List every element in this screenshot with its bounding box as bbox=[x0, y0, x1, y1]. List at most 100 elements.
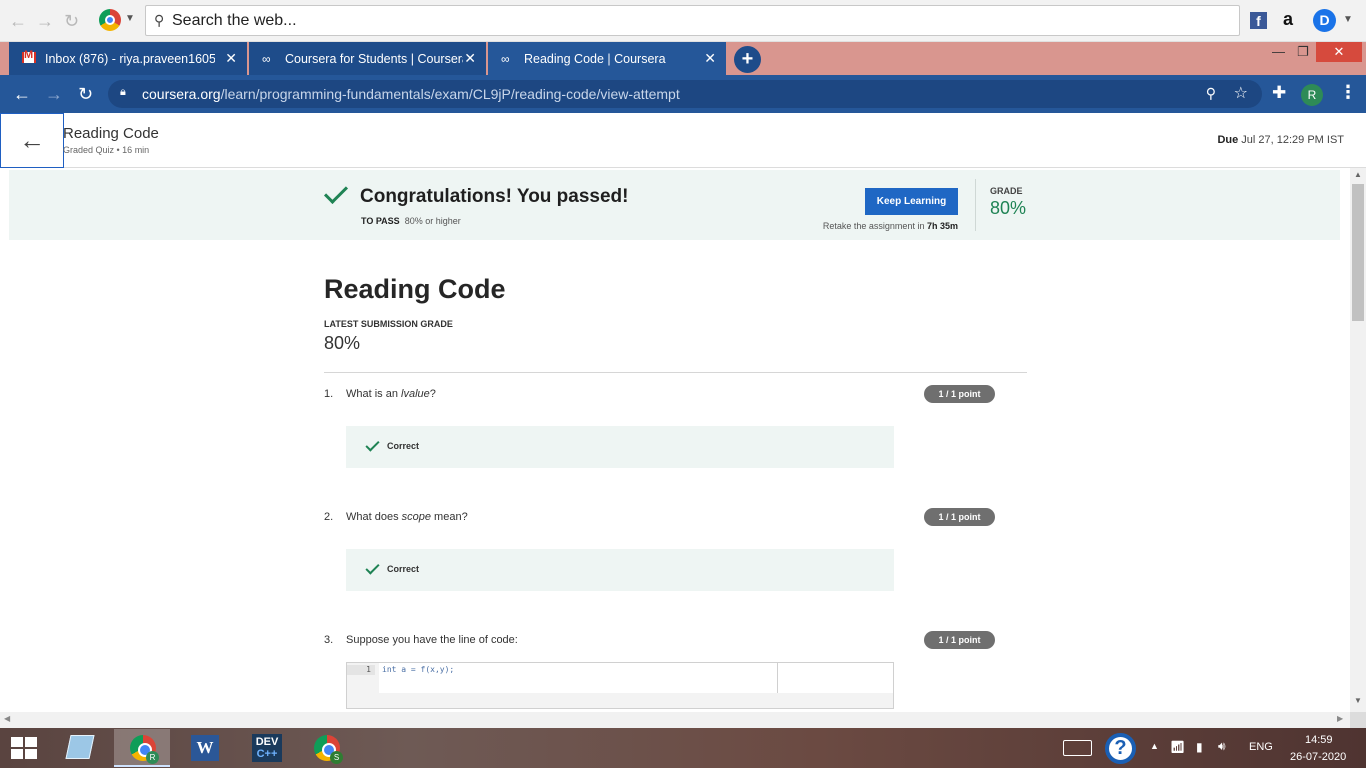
toolbar-forward-icon[interactable]: → bbox=[36, 11, 54, 32]
quiz-title: Reading Code bbox=[324, 274, 506, 304]
back-arrow-button[interactable]: ← bbox=[0, 113, 64, 168]
tab-coursera-students[interactable]: ∞ Coursera for Students | Coursera ✕ bbox=[249, 42, 486, 75]
devcpp-icon: DEV C++ bbox=[252, 734, 282, 762]
scrollbar-thumb[interactable] bbox=[1352, 184, 1364, 321]
lock-icon[interactable]: 🔒︎ bbox=[120, 86, 126, 99]
points-badge: 1 / 1 point bbox=[924, 508, 995, 526]
tab-title: Coursera for Students | Coursera bbox=[285, 52, 463, 66]
divider bbox=[324, 372, 1027, 373]
back-icon[interactable]: ← bbox=[13, 84, 31, 105]
show-hidden-icons-icon[interactable]: ▲ bbox=[1150, 741, 1159, 751]
extension-d-icon[interactable]: D bbox=[1313, 9, 1336, 32]
main-content: Congratulations! You passed! TO PASS 80%… bbox=[0, 168, 1350, 712]
restore-icon[interactable]: ❐ bbox=[1297, 44, 1309, 60]
scroll-up-icon[interactable]: ▲ bbox=[1354, 170, 1362, 179]
taskbar-chrome-r[interactable]: R bbox=[114, 729, 170, 767]
tab-reading-code[interactable]: ∞ Reading Code | Coursera ✕ bbox=[488, 42, 726, 75]
help-icon[interactable]: ? bbox=[1105, 733, 1136, 764]
forward-icon[interactable]: → bbox=[45, 84, 63, 105]
checkmark-icon bbox=[365, 437, 380, 452]
code-output-pane bbox=[778, 663, 893, 693]
tab-title: Reading Code | Coursera bbox=[524, 52, 666, 66]
close-icon[interactable]: ✕ bbox=[225, 50, 237, 67]
keep-learning-button[interactable]: Keep Learning bbox=[865, 188, 958, 215]
scroll-down-icon[interactable]: ▼ bbox=[1354, 696, 1362, 705]
url-bar[interactable]: 🔒︎ coursera.org/learn/programming-fundam… bbox=[108, 80, 1262, 108]
zoom-icon[interactable]: ⚲ bbox=[1206, 85, 1216, 102]
tab-gmail-inbox[interactable]: Inbox (876) - riya.praveen1605@ ✕ bbox=[9, 42, 247, 75]
chrome-icon: S bbox=[314, 735, 343, 764]
new-tab-button[interactable]: + bbox=[734, 46, 761, 73]
close-icon[interactable]: ✕ bbox=[464, 50, 476, 67]
header-subtitle: Graded Quiz • 16 min bbox=[63, 145, 150, 155]
facebook-icon[interactable]: f bbox=[1250, 12, 1267, 29]
clock-time[interactable]: 14:59 bbox=[1305, 734, 1333, 746]
coursera-icon: ∞ bbox=[501, 52, 510, 66]
bookmark-star-icon[interactable]: ☆ bbox=[1234, 83, 1248, 103]
code-snippet: 1 int a = f(x,y); bbox=[346, 662, 894, 709]
checkmark-icon bbox=[365, 560, 380, 575]
feedback-text: Correct bbox=[387, 441, 420, 451]
taskbar-file-explorer[interactable] bbox=[50, 729, 106, 767]
grade-value: 80% bbox=[990, 198, 1027, 218]
pass-banner: Congratulations! You passed! TO PASS 80%… bbox=[9, 170, 1340, 240]
taskbar-devcpp[interactable]: DEV C++ bbox=[237, 729, 293, 767]
scrollbar-corner bbox=[1350, 712, 1366, 728]
coursera-icon: ∞ bbox=[262, 52, 271, 66]
scroll-right-icon[interactable]: ▶ bbox=[1337, 714, 1343, 723]
grade-label: GRADE bbox=[990, 186, 1023, 196]
code-editor[interactable]: 1 int a = f(x,y); bbox=[347, 663, 778, 693]
pass-heading: Congratulations! You passed! bbox=[360, 186, 629, 207]
to-pass-info: TO PASS 80% or higher bbox=[361, 216, 461, 226]
amazon-icon[interactable]: a bbox=[1283, 9, 1293, 30]
minimize-icon[interactable]: — bbox=[1272, 44, 1285, 59]
touch-keyboard-icon[interactable] bbox=[1063, 740, 1092, 756]
reload-icon[interactable]: ↻ bbox=[78, 84, 93, 105]
clock-date[interactable]: 26-07-2020 bbox=[1290, 751, 1346, 763]
chrome-logo-icon[interactable] bbox=[99, 9, 121, 31]
web-search-box[interactable]: ⚲ bbox=[145, 5, 1240, 36]
question-text: What does scope mean? bbox=[346, 511, 468, 523]
volume-icon[interactable]: 🔊︎ bbox=[1218, 739, 1226, 754]
chrome-icon: R bbox=[130, 735, 159, 764]
question-text: Suppose you have the line of code: bbox=[346, 634, 518, 646]
word-icon: W bbox=[191, 735, 219, 761]
chevron-down-icon[interactable]: ▼ bbox=[1343, 14, 1353, 25]
windows-start-icon[interactable] bbox=[11, 737, 38, 760]
language-indicator[interactable]: ENG bbox=[1249, 741, 1273, 753]
scroll-left-icon[interactable]: ◀ bbox=[4, 714, 10, 723]
battery-icon[interactable]: ▮ bbox=[1196, 740, 1203, 754]
browser-menu-icon[interactable]: ⋮ bbox=[1339, 82, 1357, 103]
latest-grade-value: 80% bbox=[324, 333, 361, 353]
url-text[interactable]: coursera.org/learn/programming-fundament… bbox=[142, 86, 680, 102]
web-search-toolbar: ← → ↻ ▼ ⚲ f a D ▼ bbox=[0, 0, 1366, 42]
divider bbox=[975, 179, 976, 231]
horizontal-scrollbar[interactable]: ◀ ▶ bbox=[0, 712, 1350, 728]
vertical-scrollbar[interactable]: ▲ ▼ bbox=[1350, 168, 1366, 712]
extensions-icon[interactable]: ✚ bbox=[1272, 83, 1286, 103]
window-close-button[interactable]: ✕ bbox=[1316, 42, 1362, 62]
question-number: 1. bbox=[324, 388, 334, 400]
toolbar-reload-icon[interactable]: ↻ bbox=[64, 11, 79, 32]
gmail-icon bbox=[22, 49, 36, 66]
due-date: Due Jul 27, 12:29 PM IST bbox=[1217, 134, 1344, 146]
network-icon[interactable]: 📶︎ bbox=[1170, 740, 1185, 754]
profile-avatar[interactable]: R bbox=[1301, 84, 1323, 106]
web-search-input[interactable] bbox=[172, 10, 1172, 32]
search-icon: ⚲ bbox=[154, 12, 165, 28]
taskbar-chrome-s[interactable]: S bbox=[298, 729, 354, 767]
chevron-down-icon[interactable]: ▼ bbox=[125, 13, 135, 24]
tab-title: Inbox (876) - riya.praveen1605@ bbox=[45, 52, 215, 66]
question-number: 2. bbox=[324, 511, 334, 523]
line-number: 1 bbox=[347, 665, 375, 675]
question-text: What is an lvalue? bbox=[346, 388, 436, 400]
feedback-text: Correct bbox=[387, 564, 420, 574]
points-badge: 1 / 1 point bbox=[924, 631, 995, 649]
toolbar-back-icon[interactable]: ← bbox=[9, 11, 27, 32]
points-badge: 1 / 1 point bbox=[924, 385, 995, 403]
line-gutter: 1 bbox=[347, 663, 379, 693]
quiz-header: ← Reading Code Graded Quiz • 16 min Due … bbox=[0, 113, 1366, 168]
close-icon[interactable]: ✕ bbox=[704, 50, 716, 67]
header-title: Reading Code bbox=[63, 125, 159, 142]
taskbar-word[interactable]: W bbox=[175, 729, 231, 767]
